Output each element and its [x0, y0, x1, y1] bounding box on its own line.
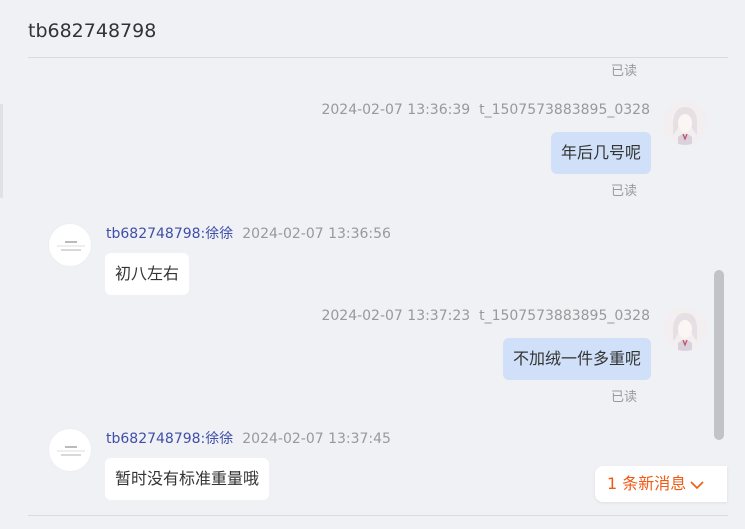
message-sender: t_1507573883895_0328 [479, 102, 650, 118]
chat-header: tb682748798 [28, 0, 728, 58]
message-bubble-outgoing[interactable]: 不加绒一件多重呢 [502, 338, 651, 380]
new-message-label: 1 条新消息 [607, 474, 687, 493]
read-status: 已读 [611, 184, 638, 199]
shop-avatar[interactable] [48, 428, 92, 472]
user-avatar[interactable] [663, 101, 707, 145]
message-timestamp: 2024-02-07 13:36:39 [321, 102, 471, 118]
user-avatar-icon [663, 101, 707, 145]
user-avatar-icon [663, 307, 707, 351]
left-panel-edge [0, 104, 3, 198]
message-sender-name[interactable]: tb682748798:徐徐 [106, 431, 233, 447]
message-meta: 2024-02-07 13:37:23 t_1507573883895_0328 [321, 308, 650, 324]
message-timestamp: 2024-02-07 13:37:45 [242, 431, 391, 447]
chevron-down-icon [690, 480, 704, 489]
read-status: 已读 [611, 64, 638, 79]
message-timestamp: 2024-02-07 13:36:56 [242, 226, 391, 242]
chat-title: tb682748798 [28, 20, 157, 42]
scrollbar-thumb[interactable] [714, 270, 724, 440]
message-bubble-outgoing[interactable]: 年后几号呢 [550, 132, 651, 174]
divider [28, 515, 728, 516]
message-meta: tb682748798:徐徐 2024-02-07 13:37:45 [106, 428, 391, 448]
message-timestamp: 2024-02-07 13:37:23 [321, 308, 471, 324]
message-sender: t_1507573883895_0328 [479, 308, 650, 324]
read-status: 已读 [611, 390, 638, 405]
shop-avatar[interactable] [48, 223, 92, 267]
message-sender-name[interactable]: tb682748798:徐徐 [106, 226, 233, 242]
message-meta: tb682748798:徐徐 2024-02-07 13:36:56 [106, 223, 391, 243]
new-message-button[interactable]: 1 条新消息 [595, 466, 727, 502]
shop-logo-icon [57, 241, 85, 251]
message-bubble-incoming[interactable]: 初八左右 [105, 253, 190, 295]
message-meta: 2024-02-07 13:36:39 t_1507573883895_0328 [321, 102, 650, 118]
user-avatar[interactable] [663, 307, 707, 351]
message-bubble-incoming[interactable]: 暂时没有标准重量哦 [105, 458, 270, 500]
shop-logo-icon [57, 446, 85, 456]
